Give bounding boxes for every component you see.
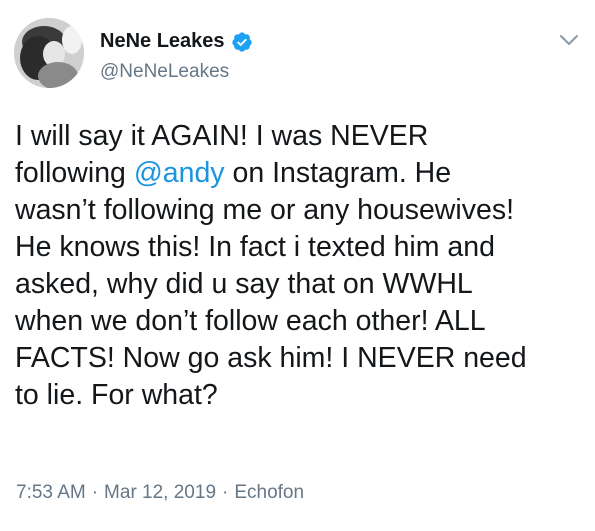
tweet-text-part: on Instagram. He wasn’t following me or … — [15, 157, 527, 411]
author-handle[interactable]: @NeNeLeakes — [100, 61, 229, 83]
tweet-source-link[interactable]: Echofon — [234, 482, 304, 504]
avatar-photo — [14, 18, 84, 88]
mention-link[interactable]: @andy — [134, 157, 225, 189]
tweet-time[interactable]: 7:53 AM — [16, 482, 86, 504]
tweet-meta: 7:53 AM · Mar 12, 2019 · Echofon — [16, 482, 304, 504]
author-display-name[interactable]: NeNe Leakes — [100, 30, 225, 53]
verified-badge-icon — [231, 31, 253, 53]
avatar[interactable] — [14, 18, 84, 88]
chevron-down-icon[interactable] — [558, 32, 580, 48]
author-name-row[interactable]: NeNe Leakes — [100, 30, 253, 53]
meta-separator: · — [91, 482, 99, 503]
tweet-text: I will say it AGAIN! I was NEVER followi… — [15, 118, 590, 414]
meta-separator: · — [222, 482, 229, 503]
tweet-card: NeNe Leakes @NeNeLeakes I will say it AG… — [0, 0, 595, 531]
tweet-date[interactable]: Mar 12, 2019 — [104, 482, 216, 504]
